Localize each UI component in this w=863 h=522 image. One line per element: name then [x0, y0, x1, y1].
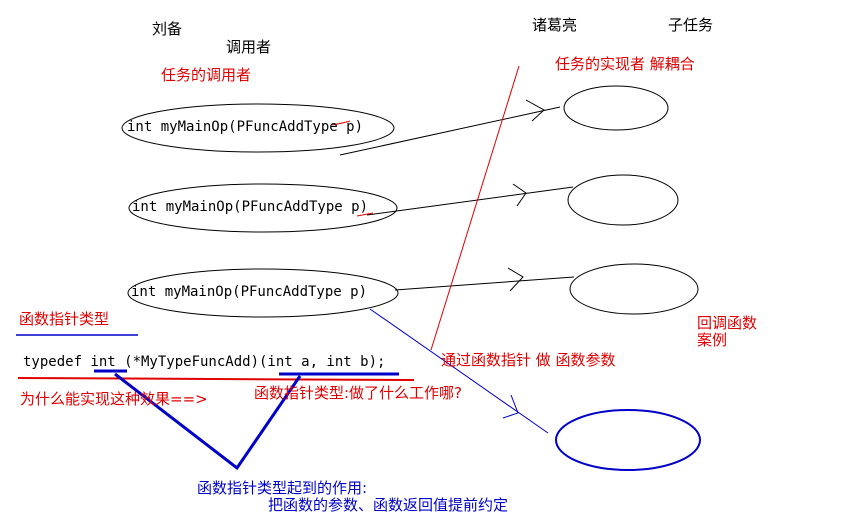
red-underline [17, 377, 415, 381]
callback-ellipse [555, 409, 701, 471]
callback-case-label-1: 回调函数 [697, 314, 758, 332]
typedef-code: typedef int (*MyTypeFuncAdd)(int a, int … [23, 354, 386, 370]
implementer-ellipse-3 [569, 263, 699, 315]
via-function-pointer-label: 通过函数指针 做 函数参数 [441, 351, 616, 369]
blue-arrow [369, 308, 549, 434]
caller-role-label: 调用者 [226, 38, 272, 56]
caller-code-1: int myMainOp(PFuncAddType p) [127, 119, 364, 135]
caller-name-label: 刘备 [152, 20, 183, 38]
arrow-2 [366, 183, 574, 216]
diagram-canvas: 刘备 调用者 任务的调用者 诸葛亮 子任务 任务的实现者 解耦合 int myM… [0, 0, 863, 522]
implementer-role-label: 子任务 [668, 16, 714, 34]
red-divider-line [430, 65, 520, 351]
caller-code-3: int myMainOp(PFuncAddType p) [131, 284, 368, 300]
caller-code-2: int myMainOp(PFuncAddType p) [132, 199, 369, 215]
implementer-task-label: 任务的实现者 解耦合 [555, 55, 695, 73]
what-work-label: 函数指针类型:做了什么工作哪? [254, 384, 463, 402]
function-pointer-type-label: 函数指针类型 [19, 310, 110, 328]
caller-task-label: 任务的调用者 [161, 66, 252, 84]
implementer-ellipse-1 [563, 85, 669, 131]
role-of-type-label-2: 把函数的参数、函数返回值提前约定 [268, 496, 509, 514]
why-effect-label: 为什么能实现这种效果==> [20, 390, 208, 408]
diagram-drawing [16, 65, 701, 471]
implementer-ellipse-2 [567, 174, 679, 226]
role-of-type-label-1: 函数指针类型起到的作用: [197, 479, 368, 497]
callback-case-label-2: 案例 [697, 331, 728, 349]
implementer-name-label: 诸葛亮 [532, 16, 578, 34]
arrow-1 [339, 99, 561, 156]
arrow-3 [394, 267, 575, 292]
